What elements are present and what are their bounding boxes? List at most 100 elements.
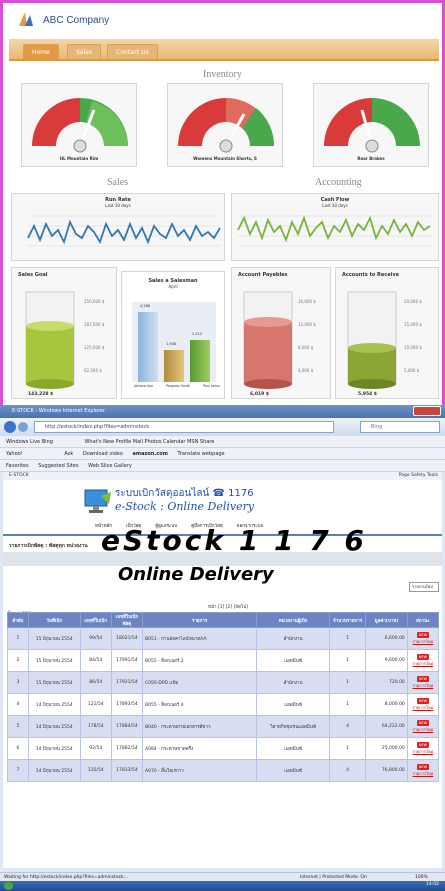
sales-goal-axis: 250,000 $ 187,500 $ 125,000 $ 62,500 $: [84, 290, 104, 382]
table-cell: B055 - ท็อกเนอร์ 4: [141, 693, 258, 716]
yahoo-toolbar: Yahoo! Ask Download video amazon.com Tra…: [0, 448, 445, 460]
col-date: วันที่เบิก: [27, 612, 81, 628]
table-cell: 1: [328, 649, 367, 672]
table-row[interactable]: 4 14 มิถุนายน 2554 121/54 17893/54 B055 - ท็…: [7, 693, 440, 716]
tab-home[interactable]: Home: [23, 44, 59, 59]
axis-tick: 250,000 $: [84, 299, 105, 304]
table-cell: 1: [328, 671, 367, 694]
table-cell: 6,600.00: [365, 627, 408, 650]
status-link[interactable]: รายการใหม่: [410, 682, 436, 689]
web-page: E-STOCK Page Safety Tools ระบบเบิกวัสดุอ…: [3, 472, 442, 868]
status-cell[interactable]: NEW รายการใหม่: [406, 715, 440, 738]
gauge-panel: Womens Mountain Shorts, S: [167, 83, 283, 167]
toolbar-item[interactable]: amazon.com: [133, 451, 168, 457]
col-value: มูลค่า(บาท): [365, 612, 408, 628]
table-cell: 15 มิถุนายน 2554: [27, 649, 81, 672]
brand-bar: ABC Company: [3, 3, 442, 37]
axis-tick: 20,000 $: [404, 299, 422, 304]
table-cell: 17882/54: [110, 737, 144, 760]
tab-contact-us[interactable]: Contact Us: [107, 44, 158, 59]
table-cell: 15 มิถุนายน 2554: [27, 627, 81, 650]
table-cell: 14 มิถุนายน 2554: [27, 715, 81, 738]
table-row[interactable]: 1 15 มิถุนายน 2554 99/54 18021/54 B051 - ถ่า…: [7, 627, 440, 650]
address-row: http://estock/index.php?files=adminstock…: [0, 418, 445, 436]
toolbar-item[interactable]: Windows Live Bing: [6, 439, 53, 445]
window-title: E-STOCK - Windows Internet Explorer: [12, 408, 106, 414]
table-row[interactable]: 5 14 มิถุนายน 2554 178/54 17884/54 B040 - กร…: [7, 715, 440, 738]
status-cell[interactable]: NEW รายการใหม่: [406, 649, 440, 672]
start-button-icon[interactable]: [4, 882, 13, 890]
gauge-hl-mountain-rim: [32, 98, 128, 153]
axis-tick: 187,500 $: [84, 322, 105, 327]
overlay-title: eStock 1 1 7 6: [101, 524, 367, 557]
toolbar-item[interactable]: Ask: [64, 451, 73, 457]
close-icon[interactable]: [413, 406, 441, 416]
payables-value: 6,019 $: [250, 392, 269, 397]
table-row[interactable]: 2 15 มิถุนายน 2554 84/54 17991/54 B055 - ท็อ…: [7, 649, 440, 672]
status-cell[interactable]: NEW รายการใหม่: [406, 693, 440, 716]
status-bar: Waiting for http://estock/index.php?file…: [0, 872, 445, 881]
inventory-title: Inventory: [203, 69, 242, 80]
toolbar-item[interactable]: Web Slice Gallery: [88, 463, 132, 469]
payables-cylinder: [243, 291, 293, 389]
windows-live-toolbar: Windows Live Bing What's New Profile Mai…: [0, 436, 445, 448]
table-row[interactable]: 7 14 มิถุนายน 2554 135/54 17833/54 A070 - ลิ…: [7, 759, 440, 782]
table-cell: 64,222.00: [365, 715, 408, 738]
status-cell[interactable]: NEW รายการใหม่: [406, 737, 440, 760]
status-link[interactable]: รายการใหม่: [410, 726, 436, 733]
bar-paul: [190, 340, 210, 382]
table-cell: 1: [7, 627, 29, 650]
tab-sales[interactable]: Sales: [67, 44, 101, 59]
table-cell: B051 - ถ่านอัลคาไลน์ขนาดAA: [141, 627, 258, 650]
windows-taskbar: 14:02: [0, 881, 445, 891]
table-cell: 17833/54: [110, 759, 144, 782]
status-link[interactable]: รายการใหม่: [410, 704, 436, 711]
toolbar-item[interactable]: What's New Profile Mail Photos Calendar …: [84, 439, 214, 445]
table-cell: แอดมินซ์: [256, 693, 330, 716]
favorites-button[interactable]: Favorites: [6, 463, 29, 469]
table-cell: B055 - ท็อกเนอร์ 2: [141, 649, 258, 672]
receivable-axis: 20,000 $ 15,000 $ 10,000 $ 5,000 $: [404, 290, 422, 382]
col-item: รายการ: [141, 612, 258, 628]
search-input[interactable]: Bing: [360, 421, 440, 433]
command-bar[interactable]: Page Safety Tools: [399, 472, 438, 480]
report-select[interactable]: รายงานใหม่: [409, 582, 439, 592]
browser-tab[interactable]: E-STOCK: [3, 472, 442, 480]
toolbar-item[interactable]: Yahoo!: [6, 451, 23, 457]
status-link[interactable]: รายการใหม่: [410, 638, 436, 645]
table-cell: 92/54: [79, 737, 112, 760]
receivable-cylinder: [347, 291, 397, 389]
status-cell[interactable]: NEW รายการใหม่: [406, 671, 440, 694]
pager[interactable]: หน้า [1] [2] [ถัดไป]: [208, 603, 248, 610]
address-bar[interactable]: http://estock/index.php?files=adminstock: [34, 421, 334, 433]
company-name: ABC Company: [43, 15, 110, 26]
computer-logo-icon: [84, 489, 111, 513]
table-cell: 17884/54: [110, 715, 144, 738]
col-doc-no: เลขที่ใบเบิก: [79, 612, 112, 628]
forward-icon[interactable]: [18, 422, 28, 432]
table-cell: สำนักงาน: [256, 627, 330, 650]
ie-browser-window: E-STOCK - Windows Internet Explorer http…: [0, 405, 445, 891]
table-row[interactable]: 6 14 มิถุนายน 2554 92/54 17882/54 A084 - กระ…: [7, 737, 440, 760]
toolbar-item[interactable]: Download video: [83, 451, 123, 457]
clock: 14:02: [426, 882, 439, 887]
status-link[interactable]: รายการใหม่: [410, 770, 436, 777]
window-titlebar: E-STOCK - Windows Internet Explorer: [0, 405, 445, 418]
toolbar-item[interactable]: Translate webpage: [178, 451, 225, 457]
toolbar-item[interactable]: Suggested Sites: [38, 463, 78, 469]
table-cell: 121/54: [79, 693, 112, 716]
table-cell: 720.00: [365, 671, 408, 694]
table-row[interactable]: 3 15 มิถุนายน 2554 86/54 17921/54 C050-DPD แ…: [7, 671, 440, 694]
axis-tick: 8,000 $: [298, 345, 314, 350]
back-icon[interactable]: [4, 421, 16, 433]
status-link[interactable]: รายการใหม่: [410, 660, 436, 667]
table-cell: 3: [7, 671, 29, 694]
status-link[interactable]: รายการใหม่: [410, 748, 436, 755]
cash-flow-plot: [237, 215, 432, 247]
status-cell[interactable]: NEW รายการใหม่: [406, 627, 440, 650]
sales-title: Sales: [107, 177, 129, 188]
status-cell[interactable]: NEW รายการใหม่: [406, 759, 440, 782]
company-logo-icon: [19, 12, 33, 26]
col-dept: หน่วยงานผู้เบิก: [256, 612, 330, 628]
table-cell: 18021/54: [110, 627, 144, 650]
